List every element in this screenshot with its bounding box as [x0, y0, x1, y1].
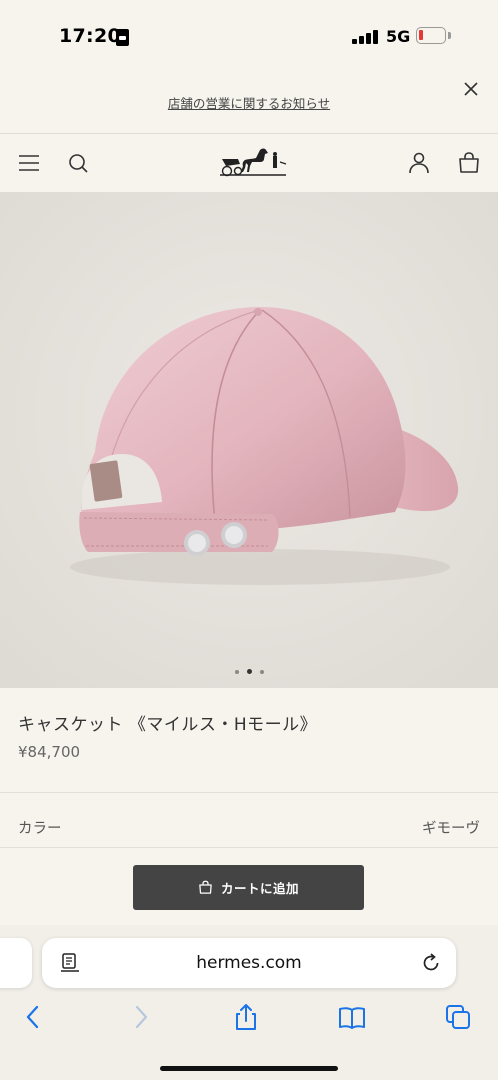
- carousel-dot-active[interactable]: [246, 669, 252, 674]
- close-icon[interactable]: [460, 78, 484, 102]
- color-selector-row[interactable]: カラー ギモーヴ: [0, 793, 498, 847]
- network-type: 5G: [386, 27, 411, 46]
- product-image: [0, 192, 498, 688]
- status-bar: 17:20 5G: [0, 0, 498, 70]
- url-text[interactable]: hermes.com: [42, 953, 456, 973]
- hamburger-icon[interactable]: [17, 151, 41, 175]
- color-value: ギモーヴ: [422, 821, 480, 837]
- reload-icon[interactable]: [420, 952, 442, 974]
- carousel-indicator: [0, 659, 498, 678]
- home-indicator[interactable]: [160, 1066, 338, 1071]
- carousel-dot[interactable]: [234, 670, 239, 674]
- back-icon[interactable]: [19, 1003, 47, 1031]
- store-notice-link[interactable]: 店舗の営業に関するお知らせ: [0, 93, 498, 112]
- product-price: ¥84,700: [18, 743, 81, 761]
- tabs-icon[interactable]: [444, 1003, 472, 1031]
- search-icon[interactable]: [66, 151, 90, 175]
- add-to-cart-label: カートに追加: [220, 881, 299, 896]
- shopping-bag-icon[interactable]: [457, 151, 481, 175]
- add-to-cart-button[interactable]: カートに追加: [133, 865, 364, 910]
- divider: [0, 847, 498, 848]
- user-icon[interactable]: [407, 151, 431, 175]
- hermes-logo[interactable]: [218, 144, 288, 180]
- color-label: カラー: [18, 821, 62, 837]
- previous-tab[interactable]: [0, 938, 32, 988]
- shopping-bag-icon: [199, 880, 212, 894]
- address-bar[interactable]: hermes.com: [42, 938, 456, 988]
- forward-icon[interactable]: [127, 1003, 155, 1031]
- battery-icon: [416, 27, 446, 44]
- sim-card-icon: [116, 29, 129, 46]
- product-title: キャスケット 《マイルス・Hモール》: [18, 715, 318, 735]
- signal-strength-icon: [352, 30, 378, 44]
- bookmarks-icon[interactable]: [338, 1003, 366, 1031]
- site-header: [0, 134, 498, 192]
- status-time: 17:20: [59, 25, 121, 47]
- browser-toolbar: [0, 995, 498, 1039]
- product-image-carousel[interactable]: [0, 192, 498, 688]
- share-icon[interactable]: [232, 1003, 260, 1031]
- carousel-dot[interactable]: [259, 670, 264, 674]
- store-notice-banner: 店舗の営業に関するお知らせ: [0, 70, 498, 134]
